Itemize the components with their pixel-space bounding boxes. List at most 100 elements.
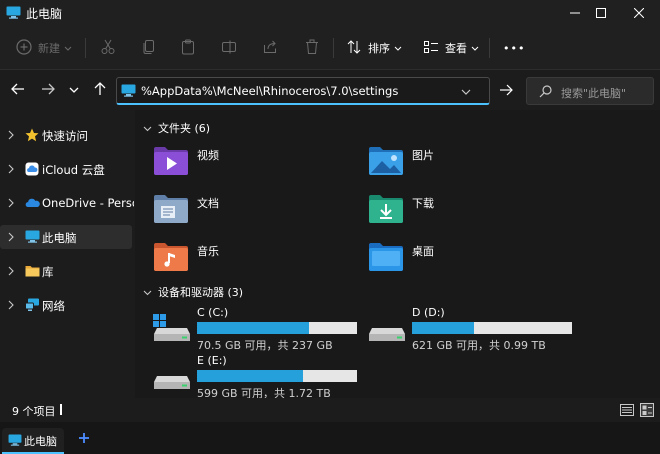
folder-name: 视频: [197, 149, 219, 162]
address-bar[interactable]: %AppData%\McNeel\Rhinoceros\7.0\settings: [116, 77, 490, 105]
tiles-view-button[interactable]: [640, 403, 654, 420]
chevron-down-icon: [69, 83, 79, 97]
cut-button[interactable]: [100, 38, 116, 58]
drives-section-header[interactable]: 设备和驱动器 (3): [143, 284, 243, 300]
drive-free-space: 621 GB 可用，共 0.99 TB: [412, 339, 546, 352]
more-options-button[interactable]: •••: [503, 38, 525, 58]
chevron-down-icon: [394, 41, 402, 55]
close-button[interactable]: [622, 0, 656, 26]
divider: [85, 38, 86, 58]
chevron-right-icon[interactable]: [8, 265, 14, 279]
command-bar: 新建 排序 查看 •••: [0, 26, 660, 70]
clipboard-icon: [180, 39, 196, 58]
new-tab-button[interactable]: [78, 432, 90, 447]
icloud-icon: [25, 162, 39, 179]
sidebar-item-onedrive[interactable]: OneDrive - Personal: [0, 191, 134, 215]
drive-item-d[interactable]: D (D:) 621 GB 可用，共 0.99 TB: [368, 306, 598, 356]
copy-button[interactable]: [141, 38, 157, 58]
network-icon: [25, 298, 40, 315]
plus-circle-icon: [16, 38, 32, 58]
this-pc-icon: [6, 6, 21, 22]
scissors-icon: [100, 39, 116, 58]
drives-section-title: 设备和驱动器 (3): [158, 286, 244, 299]
go-button[interactable]: [494, 77, 518, 105]
address-history-dropdown[interactable]: [461, 85, 471, 99]
share-button[interactable]: [262, 38, 278, 58]
search-box[interactable]: 搜索"此电脑": [526, 77, 654, 105]
new-button[interactable]: 新建: [16, 38, 72, 58]
chevron-down-icon: [143, 285, 152, 299]
sidebar-item-icloud[interactable]: iCloud 云盘: [0, 157, 132, 181]
videos-folder-icon: [153, 146, 189, 179]
chevron-right-icon[interactable]: [8, 299, 14, 313]
sidebar-item-quick-access[interactable]: 快速访问: [0, 123, 132, 147]
library-icon: [25, 264, 40, 280]
paste-button[interactable]: [180, 38, 196, 58]
window-title: 此电脑: [26, 7, 63, 21]
title-bar: 此电脑: [0, 0, 660, 26]
share-icon: [262, 39, 278, 58]
delete-button[interactable]: [304, 38, 320, 58]
rename-icon: [221, 39, 237, 58]
drive-free-space: 70.5 GB 可用，共 237 GB: [197, 339, 333, 352]
view-icon: [423, 39, 439, 58]
tab-label: 此电脑: [24, 435, 57, 448]
sidebar-item-library[interactable]: 库: [0, 259, 132, 283]
navigation-pane: 快速访问 iCloud 云盘 OneDrive - Personal 此电脑 库…: [0, 110, 135, 398]
downloads-folder-icon: [368, 194, 404, 227]
folders-section-header[interactable]: 文件夹 (6): [143, 120, 210, 136]
tab-this-pc[interactable]: 此电脑: [2, 428, 64, 454]
chevron-right-icon[interactable]: [8, 231, 14, 245]
folder-item-pictures[interactable]: 图片: [368, 144, 578, 186]
maximize-button[interactable]: [584, 0, 618, 26]
onedrive-icon: [25, 196, 40, 213]
chevron-right-icon[interactable]: [8, 197, 14, 211]
more-icon: •••: [503, 41, 526, 55]
address-input[interactable]: %AppData%\McNeel\Rhinoceros\7.0\settings: [141, 84, 398, 98]
folder-item-downloads[interactable]: 下载: [368, 192, 578, 234]
rename-button[interactable]: [221, 38, 237, 58]
sidebar-item-this-pc[interactable]: 此电脑: [0, 225, 132, 249]
drive-usage-fill: [197, 322, 309, 334]
drive-name: E (E:): [197, 354, 227, 367]
desktop-folder-icon: [368, 242, 404, 275]
chevron-right-icon[interactable]: [8, 129, 14, 143]
this-pc-icon: [8, 434, 22, 449]
drive-usage-bar: [197, 370, 357, 382]
drive-item-c[interactable]: C (C:) 70.5 GB 可用，共 237 GB: [153, 306, 383, 356]
folder-item-music[interactable]: 音乐: [153, 240, 363, 282]
status-bar: 9 个项目: [0, 398, 660, 422]
new-label: 新建: [38, 42, 60, 55]
forward-button[interactable]: [38, 80, 58, 100]
sidebar-item-label: 库: [42, 265, 54, 279]
divider: [489, 38, 490, 58]
drive-name: C (C:): [197, 306, 229, 319]
drive-usage-bar: [197, 322, 357, 334]
view-label: 查看: [445, 42, 467, 55]
search-input[interactable]: 搜索"此电脑": [561, 85, 626, 101]
back-button[interactable]: [8, 80, 28, 100]
folders-section-title: 文件夹 (6): [158, 122, 211, 135]
pictures-folder-icon: [368, 146, 404, 179]
folder-name: 桌面: [412, 245, 434, 258]
chevron-right-icon[interactable]: [8, 163, 14, 177]
arrow-right-icon: [499, 84, 513, 99]
arrow-left-icon: [11, 83, 25, 98]
folder-name: 图片: [412, 149, 434, 162]
arrow-right-icon: [41, 83, 55, 98]
up-button[interactable]: [90, 80, 110, 100]
windows-drive-icon: [153, 314, 191, 345]
drive-usage-fill: [412, 322, 475, 334]
chevron-down-icon: [64, 41, 72, 55]
sidebar-item-network[interactable]: 网络: [0, 293, 132, 317]
sort-button[interactable]: 排序: [346, 38, 402, 58]
details-view-button[interactable]: [620, 404, 634, 419]
music-folder-icon: [153, 242, 189, 275]
folder-item-documents[interactable]: 文档: [153, 192, 363, 234]
recent-locations-button[interactable]: [64, 80, 84, 100]
folder-item-desktop[interactable]: 桌面: [368, 240, 578, 282]
folder-name: 下载: [412, 197, 434, 210]
view-button[interactable]: 查看: [423, 38, 479, 58]
drive-item-e[interactable]: E (E:) 599 GB 可用，共 1.72 TB: [153, 354, 383, 404]
folder-item-videos[interactable]: 视频: [153, 144, 363, 186]
